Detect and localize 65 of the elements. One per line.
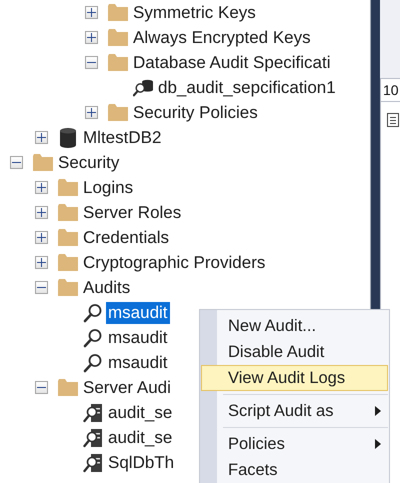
tree-item[interactable]: Cryptographic Providers (81, 252, 268, 274)
collapse-button[interactable] (35, 281, 48, 294)
magnifier-document-icon (83, 452, 103, 472)
folder-icon (33, 154, 53, 171)
magnifier-database-icon (133, 78, 153, 98)
tree-item[interactable]: msaudit (106, 302, 170, 324)
folder-icon (58, 204, 78, 221)
tree-item[interactable]: Database Audit Specificati (131, 52, 333, 74)
expand-button[interactable] (85, 106, 98, 119)
tree-item[interactable]: audit_se (106, 426, 174, 448)
tree-item[interactable]: MltestDB2 (81, 126, 164, 148)
folder-icon (108, 104, 128, 121)
tree-item[interactable]: audit_se (106, 402, 174, 424)
folder-icon (58, 179, 78, 196)
plus-icon (37, 133, 46, 142)
tree-item[interactable]: msaudit (106, 326, 170, 348)
plus-icon (37, 183, 46, 192)
tree-item[interactable]: db_audit_sepcification1 (156, 76, 338, 98)
expand-button[interactable] (85, 6, 98, 19)
tree-item[interactable]: Server Audi (81, 376, 173, 398)
folder-icon (58, 279, 78, 296)
magnifier-icon (83, 302, 103, 322)
expand-button[interactable] (35, 206, 48, 219)
menu-item[interactable]: Facets (201, 457, 388, 483)
collapse-button[interactable] (10, 156, 23, 169)
menu-item[interactable]: Script Audit as (201, 398, 388, 424)
folder-icon (108, 4, 128, 21)
folder-icon (108, 54, 128, 71)
tree-item[interactable]: SqlDbTh (106, 452, 176, 474)
menu-item[interactable]: View Audit Logs (201, 365, 388, 391)
folder-icon (108, 29, 128, 46)
tree-item[interactable]: msaudit (106, 352, 170, 374)
magnifier-icon (83, 328, 103, 348)
collapse-button[interactable] (85, 56, 98, 69)
plus-icon (37, 208, 46, 217)
database-icon (59, 128, 77, 148)
input-field[interactable]: 10 (380, 78, 400, 102)
plus-icon (37, 233, 46, 242)
folder-icon (58, 229, 78, 246)
tree-item[interactable]: Audits (81, 276, 132, 298)
plus-icon (87, 33, 96, 42)
tree-item[interactable]: Symmetric Keys (131, 2, 258, 24)
folder-icon (58, 379, 78, 396)
expand-button[interactable] (85, 31, 98, 44)
magnifier-icon (83, 352, 103, 372)
tree-item[interactable]: Always Encrypted Keys (131, 26, 313, 48)
expand-button[interactable] (35, 131, 48, 144)
collapse-button[interactable] (35, 381, 48, 394)
expand-button[interactable] (35, 231, 48, 244)
tree-item[interactable]: Logins (81, 176, 136, 198)
magnifier-document-icon (83, 428, 103, 448)
menu-item[interactable]: Disable Audit (201, 339, 388, 365)
folder-icon (58, 254, 78, 271)
tree-item[interactable]: Server Roles (81, 202, 184, 224)
menu-item[interactable]: New Audit... (201, 313, 388, 339)
tree-item[interactable]: Credentials (81, 226, 171, 248)
plus-icon (87, 8, 96, 17)
expand-button[interactable] (35, 181, 48, 194)
menu-item[interactable]: Policies (201, 431, 388, 457)
magnifier-document-icon (83, 402, 103, 422)
tree-item[interactable]: Security (56, 152, 122, 174)
tree-item[interactable]: Security Policies (131, 102, 260, 124)
plus-icon (37, 258, 46, 267)
plus-icon (87, 108, 96, 117)
expand-button[interactable] (35, 256, 48, 269)
